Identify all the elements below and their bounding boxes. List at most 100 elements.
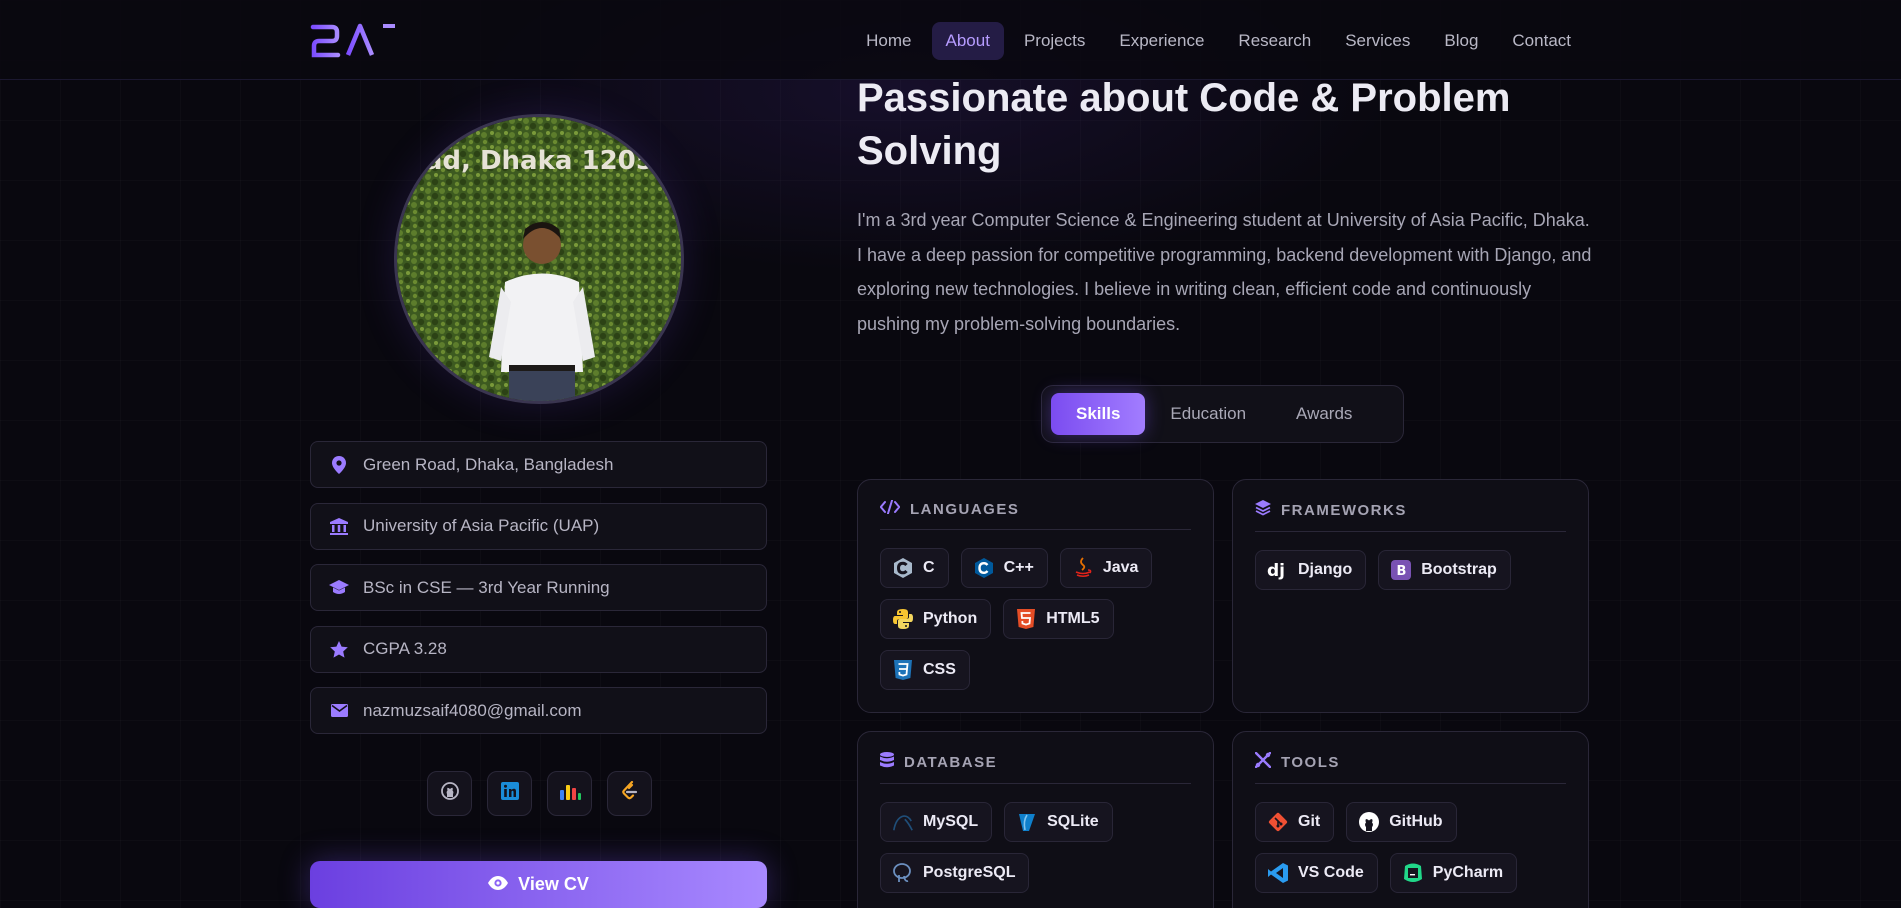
about-bio: I'm a 3rd year Computer Science & Engine… bbox=[857, 210, 1592, 334]
chip-java-label: Java bbox=[1102, 559, 1139, 576]
info-degree-text: BSc in CSE — 3rd Year Running bbox=[363, 577, 610, 597]
nav-research[interactable]: Research bbox=[1224, 22, 1325, 60]
chip-java: Java bbox=[1059, 548, 1153, 588]
stats-link[interactable] bbox=[547, 771, 592, 816]
navbar: Home About Projects Experience Research … bbox=[0, 0, 1901, 80]
nav-links: Home About Projects Experience Research … bbox=[852, 22, 1585, 60]
java-icon bbox=[1072, 557, 1094, 579]
chip-pycharm: PyCharm bbox=[1389, 853, 1518, 893]
chip-css-label: CSS bbox=[923, 661, 956, 678]
nav-projects[interactable]: Projects bbox=[1010, 22, 1099, 60]
vscode-icon bbox=[1267, 862, 1289, 884]
nav-home[interactable]: Home bbox=[852, 22, 925, 60]
chip-pycharm-label: PyCharm bbox=[1432, 864, 1504, 881]
github-link[interactable] bbox=[427, 771, 472, 816]
chip-sqlite: SQLite bbox=[1004, 802, 1113, 842]
cpp-icon bbox=[973, 557, 995, 579]
chip-bootstrap: B Bootstrap bbox=[1378, 550, 1511, 590]
about-headline: Passionate about Code & Problem Solving bbox=[857, 76, 1511, 173]
info-cgpa-text: CGPA 3.28 bbox=[363, 639, 447, 658]
svg-text:B: B bbox=[1397, 564, 1407, 579]
c-lang-icon bbox=[892, 557, 914, 579]
nav-about[interactable]: About bbox=[931, 22, 1004, 60]
info-degree: BSc in CSE — 3rd Year Running bbox=[310, 564, 767, 611]
chip-postgresql: PostgreSQL bbox=[880, 853, 1030, 893]
nav-services[interactable]: Services bbox=[1331, 22, 1424, 60]
info-cgpa: CGPA 3.28 bbox=[310, 625, 767, 673]
info-email[interactable]: nazmuzsaif4080@gmail.com bbox=[310, 687, 767, 734]
code-icon bbox=[879, 499, 901, 519]
linkedin-icon bbox=[500, 782, 519, 805]
frameworks-card: FRAMEWORKS dj Django B Bootstrap bbox=[1232, 479, 1589, 713]
chip-c: C bbox=[880, 548, 949, 588]
eye-icon bbox=[488, 874, 509, 895]
tab-education[interactable]: Education bbox=[1145, 393, 1271, 435]
tools-icon bbox=[1254, 751, 1272, 773]
chip-bootstrap-label: Bootstrap bbox=[1421, 561, 1497, 578]
nav-contact[interactable]: Contact bbox=[1498, 22, 1585, 60]
chip-cpp-label: C++ bbox=[1003, 559, 1034, 576]
chip-django-label: Django bbox=[1298, 561, 1353, 578]
chip-github: GitHub bbox=[1346, 802, 1457, 842]
chip-mysql-label: MySQL bbox=[923, 813, 979, 830]
github-icon bbox=[440, 782, 459, 805]
languages-card: LANGUAGES C C++ Java Python HTML5 CSS bbox=[857, 479, 1214, 713]
leetcode-icon bbox=[621, 780, 639, 806]
profile-info-list: Green Road, Dhaka, Bangladesh University… bbox=[310, 441, 767, 749]
svg-text:dj: dj bbox=[1267, 561, 1285, 581]
chip-sqlite-label: SQLite bbox=[1047, 813, 1099, 830]
tools-card: TOOLS Git GitHub VS Code PyCharm bbox=[1232, 731, 1589, 908]
database-icon bbox=[880, 752, 894, 773]
chip-django: dj Django bbox=[1255, 550, 1367, 590]
info-university: University of Asia Pacific (UAP) bbox=[310, 502, 767, 550]
star-icon bbox=[329, 639, 349, 659]
github-icon bbox=[1358, 811, 1380, 833]
pycharm-icon bbox=[1402, 862, 1424, 884]
database-title: DATABASE bbox=[904, 754, 998, 771]
nav-experience[interactable]: Experience bbox=[1105, 22, 1218, 60]
info-location: Green Road, Dhaka, Bangladesh bbox=[310, 441, 767, 488]
frameworks-title: FRAMEWORKS bbox=[1281, 502, 1407, 519]
tools-title: TOOLS bbox=[1281, 754, 1340, 771]
social-links bbox=[427, 771, 652, 816]
chip-html5: HTML5 bbox=[1003, 599, 1114, 639]
django-icon: dj bbox=[1267, 559, 1289, 581]
chip-vscode: VS Code bbox=[1255, 853, 1378, 893]
html5-icon bbox=[1015, 608, 1037, 630]
about-tabs: Skills Education Awards bbox=[1041, 385, 1404, 443]
chip-postgresql-label: PostgreSQL bbox=[923, 864, 1016, 881]
photo-sign-text: oad, Dhaka 1205 bbox=[407, 146, 654, 176]
languages-title: LANGUAGES bbox=[910, 501, 1020, 518]
site-logo[interactable] bbox=[310, 20, 400, 60]
chip-python-label: Python bbox=[923, 610, 978, 627]
profile-photo: oad, Dhaka 1205 bbox=[394, 114, 684, 404]
linkedin-link[interactable] bbox=[487, 771, 532, 816]
chip-mysql: MySQL bbox=[880, 802, 993, 842]
chip-git: Git bbox=[1255, 802, 1335, 842]
sqlite-icon bbox=[1016, 811, 1038, 833]
view-cv-button[interactable]: View CV bbox=[310, 861, 767, 908]
google-analytics-icon bbox=[559, 782, 581, 805]
mysql-icon bbox=[892, 811, 914, 833]
tab-awards[interactable]: Awards bbox=[1271, 393, 1377, 435]
university-icon bbox=[329, 516, 349, 536]
chip-vscode-label: VS Code bbox=[1298, 864, 1364, 881]
postgresql-icon bbox=[892, 862, 914, 884]
info-university-text: University of Asia Pacific (UAP) bbox=[363, 516, 600, 535]
graduation-cap-icon bbox=[329, 578, 349, 598]
database-card: DATABASE MySQL SQLite PostgreSQL bbox=[857, 731, 1214, 908]
chip-github-label: GitHub bbox=[1389, 813, 1443, 830]
envelope-icon bbox=[329, 701, 349, 721]
chip-git-label: Git bbox=[1298, 813, 1321, 830]
tab-skills[interactable]: Skills bbox=[1051, 393, 1146, 435]
map-pin-icon bbox=[329, 455, 349, 475]
git-icon bbox=[1267, 811, 1289, 833]
view-cv-label: View CV bbox=[518, 874, 589, 894]
python-icon bbox=[892, 608, 914, 630]
css3-icon bbox=[892, 659, 914, 681]
leetcode-link[interactable] bbox=[607, 771, 652, 816]
layers-icon bbox=[1255, 500, 1271, 521]
chip-python: Python bbox=[880, 599, 992, 639]
nav-blog[interactable]: Blog bbox=[1430, 22, 1492, 60]
info-email-text[interactable]: nazmuzsaif4080@gmail.com bbox=[363, 701, 582, 721]
